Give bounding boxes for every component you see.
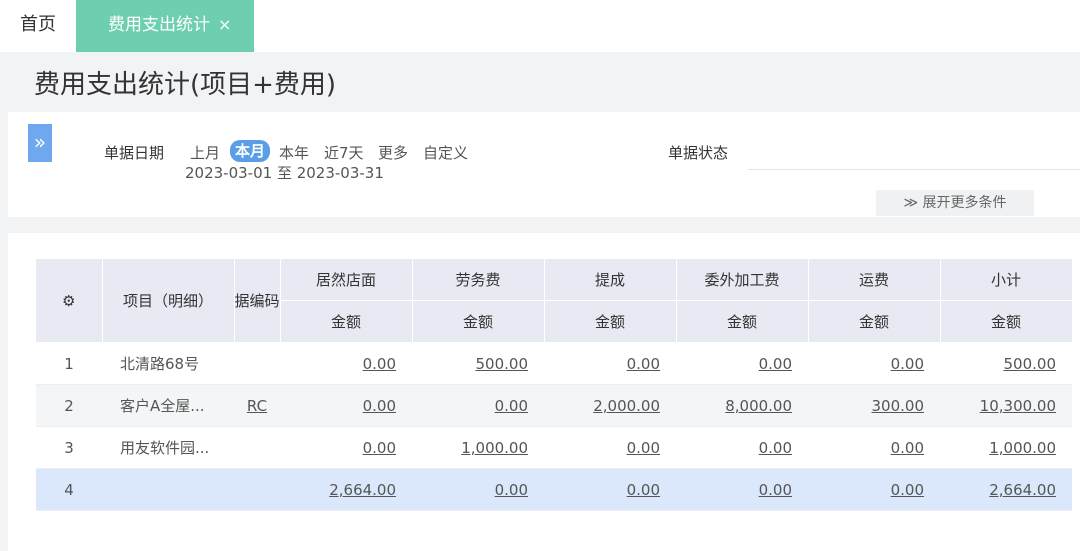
page-title: 费用支出统计(项目+费用) [34, 70, 337, 100]
amount-link[interactable]: 10,300.00 [980, 397, 1056, 415]
date-option-custom[interactable]: 自定义 [423, 142, 468, 163]
row-project: 北清路68号 [102, 342, 234, 385]
table-row[interactable]: 3 用友软件园... 0.00 1,000.00 0.00 0.00 0.00 … [36, 426, 1073, 469]
row-code[interactable] [234, 426, 281, 469]
row-project [102, 468, 234, 511]
amount-link[interactable]: 0.00 [363, 397, 396, 415]
column-subheader-amount[interactable]: 金额 [544, 300, 677, 343]
column-header-group[interactable]: 居然店面 [280, 259, 413, 301]
expand-label: 展开更多条件 [922, 195, 1007, 211]
amount-link[interactable]: 0.00 [363, 355, 396, 373]
date-label: 单据日期 [104, 144, 165, 162]
column-header-group[interactable]: 运费 [808, 259, 941, 301]
expand-conditions-button[interactable]: ≫ 展开更多条件 [876, 190, 1034, 216]
code-header-label: 据编码 [234, 292, 280, 310]
amount-link[interactable]: 500.00 [1004, 355, 1057, 373]
status-label: 单据状态 [668, 144, 729, 162]
tab-bar: 首页 费用支出统计 × [0, 0, 1080, 52]
row-index: 1 [36, 342, 102, 385]
amount-link[interactable]: 0.00 [759, 481, 792, 499]
row-index: 3 [36, 426, 102, 469]
row-index: 2 [36, 384, 102, 427]
expand-sidebar-icon[interactable]: » [28, 124, 52, 162]
amount-link[interactable]: 0.00 [627, 355, 660, 373]
filter-panel: » 单据日期 上月 本月 本年 近7天 更多 自定义 2023-03-01 至 … [8, 112, 1080, 217]
amount-link[interactable]: 0.00 [891, 355, 924, 373]
tab-home[interactable]: 首页 [0, 0, 76, 52]
table-row[interactable]: 1 北清路68号 0.00 500.00 0.00 0.00 0.00 500.… [36, 342, 1073, 385]
amount-link[interactable]: 1,000.00 [461, 439, 528, 457]
date-option-more[interactable]: 更多 [378, 142, 408, 163]
column-header-group[interactable]: 提成 [544, 259, 677, 301]
date-option-this-year[interactable]: 本年 [279, 142, 309, 163]
row-code[interactable] [234, 342, 281, 385]
gear-icon[interactable]: ⚙ [62, 292, 75, 310]
amount-link[interactable]: 300.00 [872, 397, 925, 415]
amount-link[interactable]: 0.00 [759, 355, 792, 373]
chevron-double-down-icon: ≫ [903, 195, 919, 211]
status-input[interactable] [748, 169, 1080, 170]
amount-link[interactable]: 2,000.00 [593, 397, 660, 415]
column-subheader-amount[interactable]: 金额 [808, 300, 941, 343]
amount-link[interactable]: 0.00 [495, 397, 528, 415]
amount-link[interactable]: 0.00 [627, 439, 660, 457]
column-subheader-amount[interactable]: 金额 [676, 300, 809, 343]
column-header-group[interactable]: 小计 [940, 259, 1073, 301]
amount-link[interactable]: 0.00 [495, 481, 528, 499]
settings-column-header: ⚙ [36, 259, 103, 343]
amount-link[interactable]: 500.00 [476, 355, 529, 373]
amount-link[interactable]: 0.00 [891, 481, 924, 499]
table-row[interactable]: 2 客户A全屋... RC 0.00 0.00 2,000.00 8,000.0… [36, 384, 1073, 427]
amount-link[interactable]: 2,664.00 [329, 481, 396, 499]
column-header-project[interactable]: 项目（明细） [102, 259, 235, 343]
tab-expense-stats[interactable]: 费用支出统计 × [76, 0, 254, 52]
table-row-selected[interactable]: 4 2,664.00 0.00 0.00 0.00 0.00 2,664.00 [36, 468, 1073, 511]
date-range: 2023-03-01 至 2023-03-31 [185, 164, 384, 182]
close-icon[interactable]: × [218, 15, 231, 34]
row-index: 4 [36, 468, 102, 511]
row-code-link[interactable]: RC [247, 397, 267, 415]
amount-link[interactable]: 0.00 [627, 481, 660, 499]
column-subheader-amount[interactable]: 金额 [412, 300, 545, 343]
date-option-last-month[interactable]: 上月 [190, 142, 220, 163]
amount-link[interactable]: 2,664.00 [989, 481, 1056, 499]
column-subheader-amount[interactable]: 金额 [280, 300, 413, 343]
date-option-this-month[interactable]: 本月 [230, 140, 271, 162]
amount-link[interactable]: 0.00 [759, 439, 792, 457]
table-panel: ⚙ 项目（明细） 据编码 居然店面 劳务费 提成 委外加工费 运费 小计 金额 … [8, 233, 1080, 551]
expense-table: ⚙ 项目（明细） 据编码 居然店面 劳务费 提成 委外加工费 运费 小计 金额 … [36, 259, 1073, 511]
row-code[interactable] [234, 468, 281, 511]
amount-link[interactable]: 1,000.00 [989, 439, 1056, 457]
amount-link[interactable]: 0.00 [891, 439, 924, 457]
row-project: 客户A全屋... [102, 384, 234, 427]
column-subheader-amount[interactable]: 金额 [940, 300, 1073, 343]
row-project: 用友软件园... [102, 426, 234, 469]
column-header-group[interactable]: 委外加工费 [676, 259, 809, 301]
date-option-last-7-days[interactable]: 近7天 [324, 142, 364, 163]
column-header-code[interactable]: 据编码 [234, 259, 281, 343]
tab-label: 费用支出统计 [108, 15, 210, 35]
amount-link[interactable]: 8,000.00 [725, 397, 792, 415]
amount-link[interactable]: 0.00 [363, 439, 396, 457]
column-header-group[interactable]: 劳务费 [412, 259, 545, 301]
